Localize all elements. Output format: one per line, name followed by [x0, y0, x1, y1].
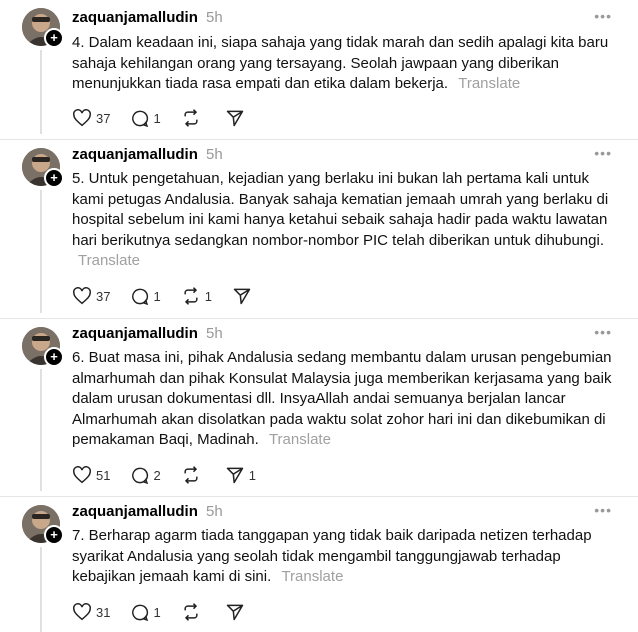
translate-link[interactable]: Translate: [269, 431, 331, 448]
thread-line: [40, 547, 42, 632]
comment-icon: [132, 110, 149, 127]
like-count: 37: [96, 110, 111, 126]
like-button[interactable]: 37: [72, 109, 110, 127]
like-count: 51: [96, 467, 111, 483]
like-button[interactable]: 51: [72, 466, 110, 484]
more-icon[interactable]: •••: [594, 145, 612, 161]
translate-link[interactable]: Translate: [78, 252, 140, 269]
repost-button[interactable]: [181, 108, 205, 128]
post-timestamp: 5h: [206, 146, 223, 163]
reply-button[interactable]: 1: [130, 287, 161, 306]
comment-icon: [132, 467, 149, 484]
reply-count: 1: [153, 288, 161, 304]
post-text: 6. Buat masa ini, pihak Andalusia sedang…: [72, 348, 620, 451]
thread-line: [40, 369, 42, 491]
post-text-content: 6. Buat masa ini, pihak Andalusia sedang…: [72, 349, 612, 448]
repost-icon: [184, 466, 198, 484]
follow-plus-icon[interactable]: +: [44, 525, 64, 545]
reply-count: 1: [153, 110, 161, 126]
repost-button[interactable]: [181, 602, 205, 622]
post-timestamp: 5h: [206, 9, 223, 26]
send-icon: [226, 110, 243, 127]
reply-count: 1: [153, 604, 161, 620]
thread-line: [40, 50, 42, 134]
more-icon[interactable]: •••: [594, 8, 612, 24]
share-button[interactable]: [225, 602, 249, 622]
repost-icon: [184, 287, 198, 305]
thread-line: [40, 190, 42, 313]
share-count: 1: [248, 467, 256, 483]
like-count: 37: [96, 288, 111, 304]
post-text: 5. Untuk pengetahuan, kejadian yang berl…: [72, 169, 620, 272]
comment-icon: [132, 288, 149, 305]
heart-icon: [73, 109, 91, 127]
like-button[interactable]: 31: [72, 603, 110, 621]
send-icon: [233, 288, 251, 305]
post-timestamp: 5h: [206, 325, 223, 342]
post-username[interactable]: zaquanjamalludin: [72, 503, 198, 520]
like-button[interactable]: 37: [72, 287, 110, 305]
send-icon: [226, 604, 243, 621]
heart-icon: [73, 603, 91, 621]
heart-icon: [73, 287, 91, 305]
send-icon: [226, 467, 243, 484]
reply-button[interactable]: 1: [130, 109, 161, 128]
heart-icon: [73, 466, 91, 484]
share-button[interactable]: 1: [225, 465, 256, 485]
post-text-content: 5. Untuk pengetahuan, kejadian yang berl…: [72, 170, 609, 249]
reply-button[interactable]: 2: [130, 466, 161, 485]
translate-link[interactable]: Translate: [458, 75, 520, 92]
post-timestamp: 5h: [206, 503, 223, 520]
repost-button[interactable]: 1: [181, 286, 212, 306]
post-username[interactable]: zaquanjamalludin: [72, 146, 198, 163]
post-text: 7. Berharap agarm tiada tanggapan yang t…: [72, 526, 620, 588]
post-text-content: 4. Dalam keadaan ini, siapa sahaja yang …: [72, 34, 609, 92]
repost-button[interactable]: [181, 465, 205, 485]
share-button[interactable]: [225, 108, 249, 128]
post-text: 4. Dalam keadaan ini, siapa sahaja yang …: [72, 33, 620, 95]
repost-icon: [184, 109, 198, 127]
post-actions: 31 1: [72, 601, 269, 623]
comment-icon: [132, 604, 149, 621]
post-username[interactable]: zaquanjamalludin: [72, 325, 198, 342]
follow-plus-icon[interactable]: +: [44, 28, 64, 48]
thread-post: + zaquanjamalludin 5h ••• 7. Berharap ag…: [0, 497, 638, 632]
translate-link[interactable]: Translate: [281, 568, 343, 585]
share-button[interactable]: [232, 286, 256, 306]
post-username[interactable]: zaquanjamalludin: [72, 9, 198, 26]
post-actions: 37 1 1: [72, 285, 276, 307]
reply-count: 2: [153, 467, 161, 483]
thread-post: + zaquanjamalludin 5h ••• 4. Dalam keada…: [0, 0, 638, 140]
follow-plus-icon[interactable]: +: [44, 168, 64, 188]
more-icon[interactable]: •••: [594, 502, 612, 518]
repost-icon: [184, 603, 198, 621]
like-count: 31: [96, 604, 111, 620]
more-icon[interactable]: •••: [594, 324, 612, 340]
post-actions: 37 1: [72, 107, 269, 129]
thread-post: + zaquanjamalludin 5h ••• 6. Buat masa i…: [0, 319, 638, 497]
reply-button[interactable]: 1: [130, 603, 161, 622]
post-actions: 51 2 1: [72, 464, 276, 486]
repost-count: 1: [204, 288, 212, 304]
thread-post: + zaquanjamalludin 5h ••• 5. Untuk penge…: [0, 140, 638, 319]
follow-plus-icon[interactable]: +: [44, 347, 64, 367]
